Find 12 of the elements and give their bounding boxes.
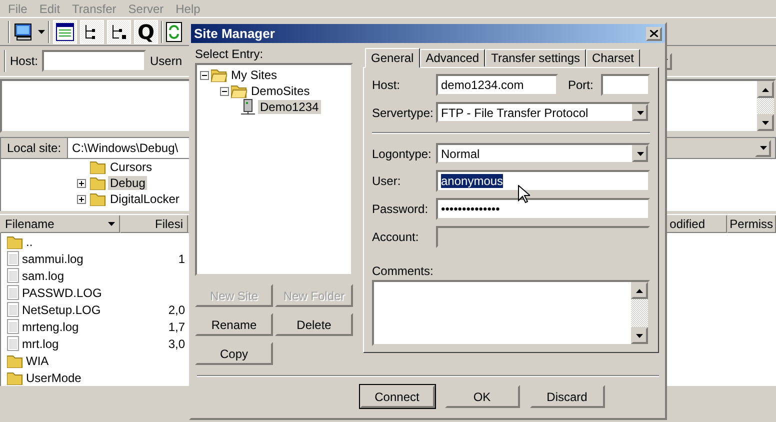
window-title: Site Manager: [194, 26, 275, 41]
username-label: Usern: [150, 54, 182, 68]
select-entry-label: Select Entry:: [195, 47, 264, 61]
field-label: Port:: [568, 78, 594, 92]
field-label: Password:: [372, 202, 430, 216]
field-label: Logontype:: [372, 146, 432, 160]
field-label: Account:: [372, 230, 420, 244]
field-label: Servertype:: [372, 106, 434, 120]
field-label: Comments:: [372, 264, 434, 278]
field-label: User:: [372, 174, 402, 188]
host-label: Host:: [10, 54, 38, 68]
field-label: Host:: [372, 78, 402, 92]
